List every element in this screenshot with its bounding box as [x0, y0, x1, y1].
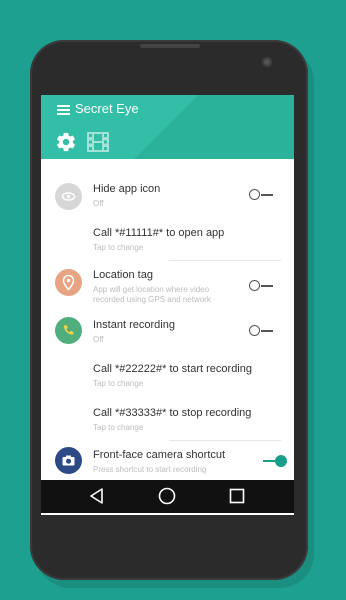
- front-camera-lens: [262, 57, 272, 67]
- setting-subtitle: Tap to change: [93, 423, 144, 432]
- setting-title: Call *#11111#* to open app: [93, 227, 225, 239]
- setting-instant-recording[interactable]: Instant recording Off: [41, 315, 294, 349]
- setting-title: Instant recording: [93, 319, 175, 331]
- phone-call-icon: [55, 317, 82, 344]
- setting-start-recording-code[interactable]: Call *#22222#* to start recording Tap to…: [41, 355, 294, 389]
- app-bar: Secret Eye: [41, 95, 294, 159]
- eye-off-icon: [55, 183, 82, 210]
- setting-title: Call *#33333#* to stop recording: [93, 407, 252, 419]
- setting-stop-recording-code[interactable]: Call *#33333#* to stop recording Tap to …: [41, 399, 294, 433]
- back-icon[interactable]: [88, 487, 106, 505]
- list-divider: [169, 260, 281, 261]
- setting-title: Hide app icon: [93, 183, 161, 195]
- setting-subtitle: Off: [93, 199, 104, 208]
- recents-icon[interactable]: [228, 487, 246, 505]
- setting-title: Front-face camera shortcut: [93, 449, 226, 461]
- app-bar-shade: [134, 95, 294, 159]
- speaker-slot: [140, 44, 200, 48]
- instant-recording-toggle[interactable]: [249, 325, 273, 337]
- setting-front-camera-shortcut[interactable]: Front-face camera shortcut Press shortcu…: [41, 445, 294, 479]
- setting-subtitle: Tap to change: [93, 243, 144, 252]
- hide-app-icon-toggle[interactable]: [249, 189, 273, 201]
- film-icon[interactable]: [87, 132, 109, 152]
- gear-icon[interactable]: [55, 131, 77, 153]
- home-icon[interactable]: [158, 487, 176, 505]
- location-tag-toggle[interactable]: [249, 280, 273, 292]
- setting-location-tag[interactable]: Location tag App will get location where…: [41, 265, 294, 309]
- setting-hide-app-icon[interactable]: Hide app icon Off: [41, 179, 294, 213]
- location-pin-icon: [55, 269, 82, 296]
- setting-open-app-code[interactable]: Call *#11111#* to open app Tap to change: [41, 223, 294, 257]
- setting-title: Call *#22222#* to start recording: [93, 363, 252, 375]
- camera-icon: [55, 447, 82, 474]
- hamburger-menu-icon[interactable]: [57, 105, 70, 115]
- phone-frame: Secret Eye Hide app icon Off Call *#1111…: [30, 40, 308, 580]
- setting-subtitle: Tap to change: [93, 379, 144, 388]
- setting-subtitle-line-1: App will get location where video: [93, 285, 210, 294]
- android-nav-bar: [41, 480, 294, 513]
- setting-subtitle: Off: [93, 335, 104, 344]
- setting-subtitle: Press shortcut to start recording: [93, 465, 207, 474]
- front-camera-toggle[interactable]: [263, 455, 287, 467]
- app-screen: Secret Eye Hide app icon Off Call *#1111…: [41, 95, 294, 515]
- list-divider: [169, 440, 281, 441]
- setting-title: Location tag: [93, 269, 153, 281]
- app-title: Secret Eye: [75, 101, 139, 116]
- setting-subtitle-line-2: recorded using GPS and network: [93, 295, 211, 304]
